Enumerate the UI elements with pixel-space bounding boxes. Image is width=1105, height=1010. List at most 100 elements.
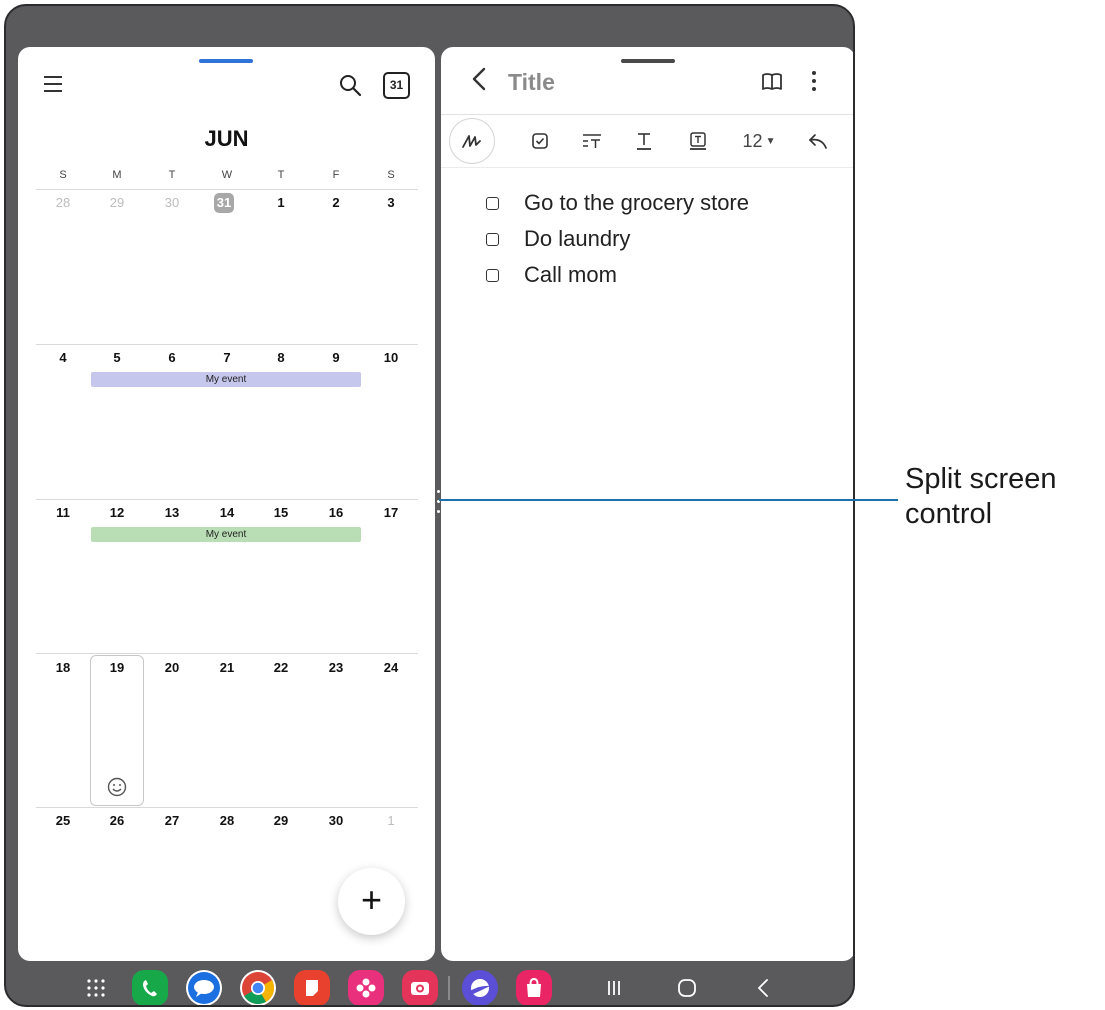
device-frame: 31 JUN S M T W T F S 28 29 30 31 1 2 3 4… [4,4,855,1007]
day-cell[interactable]: 2 [309,195,363,210]
day-cell[interactable]: 3 [364,195,418,210]
callout-line [439,499,898,501]
day-cell[interactable]: 17 [364,505,418,520]
home-icon[interactable] [673,974,701,1002]
internet-icon[interactable] [462,970,498,1005]
text-background-icon[interactable] [683,122,713,160]
day-cell-selected[interactable]: 19 [90,660,144,675]
week-divider [36,189,418,190]
day-cell[interactable]: 4 [36,350,90,365]
phone-icon[interactable] [132,970,168,1005]
checklist-item[interactable]: Do laundry [486,226,630,252]
weekday-header: T [168,169,176,181]
calendar-window-handle[interactable] [199,59,253,63]
day-cell[interactable]: 28 [200,813,254,828]
day-cell[interactable]: 20 [145,660,199,675]
day-cell[interactable]: 27 [145,813,199,828]
day-cell[interactable]: 6 [145,350,199,365]
day-cell[interactable]: 8 [254,350,308,365]
week-divider [36,344,418,345]
notes-window-handle[interactable] [621,59,675,63]
weekday-header: F [332,169,340,181]
day-cell[interactable]: 13 [145,505,199,520]
day-cell[interactable]: 18 [36,660,90,675]
taskbar [18,966,853,1005]
day-cell[interactable]: 12 [90,505,144,520]
checkbox[interactable] [486,232,499,246]
weekday-header: W [221,169,233,181]
camera-icon[interactable] [402,970,438,1005]
back-icon[interactable] [471,66,487,99]
day-cell[interactable]: 1 [254,195,308,210]
weekday-header: S [387,169,395,181]
checklist-item[interactable]: Go to the grocery store [486,190,749,216]
day-cell[interactable]: 30 [145,195,199,210]
text-style-icon[interactable] [577,122,607,160]
more-options-icon[interactable] [811,69,817,93]
week-divider [36,653,418,654]
callout-label: Split screen control [905,462,1057,532]
font-size-dropdown[interactable]: 12 ▼ [737,122,781,160]
taskbar-separator [448,976,450,1000]
checkbox[interactable] [486,196,499,210]
note-title[interactable]: Title [508,69,555,96]
callout-line-1: Split screen [905,463,1057,495]
checkbox-icon[interactable] [525,122,555,160]
day-cell[interactable]: 1 [364,813,418,828]
checklist-item-text[interactable]: Call mom [524,262,617,288]
event-bar[interactable]: My event [91,372,361,387]
day-cell[interactable]: 30 [309,813,363,828]
hamburger-menu-icon[interactable] [44,76,64,94]
month-title: JUN [204,126,249,151]
day-cell[interactable]: 28 [36,195,90,210]
gallery-icon[interactable] [348,970,384,1005]
day-cell[interactable]: 24 [364,660,418,675]
checklist-item[interactable]: Call mom [486,262,617,288]
reading-mode-icon[interactable] [761,72,783,92]
samsung-notes-icon[interactable] [294,970,330,1005]
nav-back-icon[interactable] [749,974,777,1002]
formatting-toolbar: 12 ▼ [441,115,853,167]
week-divider [36,499,418,500]
screenshot-stage: 31 JUN S M T W T F S 28 29 30 31 1 2 3 4… [0,0,1105,1010]
checklist-item-text[interactable]: Do laundry [524,226,630,252]
galaxy-store-icon[interactable] [516,970,552,1005]
toolbar-divider [441,167,853,168]
apps-grid-icon[interactable] [78,970,114,1005]
day-cell[interactable]: 21 [200,660,254,675]
day-cell[interactable]: 29 [254,813,308,828]
weekday-header: T [277,169,285,181]
day-cell[interactable]: 26 [90,813,144,828]
messages-icon[interactable] [186,970,222,1005]
handwriting-pen-icon[interactable] [449,118,495,164]
day-cell[interactable]: 25 [36,813,90,828]
notes-pane[interactable]: Title 12 ▼ Go to the grocery store Do la… [441,47,853,961]
add-event-button[interactable]: + [338,868,405,935]
search-icon[interactable] [338,73,362,97]
weekday-header: S [59,169,67,181]
chrome-icon[interactable] [240,970,276,1005]
smiley-sticker-icon[interactable] [107,777,127,797]
day-cell[interactable]: 7 [200,350,254,365]
recent-apps-icon[interactable] [600,974,628,1002]
day-cell[interactable]: 14 [200,505,254,520]
checklist-item-text[interactable]: Go to the grocery store [524,190,749,216]
day-cell[interactable]: 11 [36,505,90,520]
day-cell[interactable]: 23 [309,660,363,675]
day-cell[interactable]: 22 [254,660,308,675]
event-bar[interactable]: My event [91,527,361,542]
calendar-pane[interactable]: 31 JUN S M T W T F S 28 29 30 31 1 2 3 4… [18,47,435,961]
font-color-icon[interactable] [629,122,659,160]
day-cell[interactable]: 10 [364,350,418,365]
day-cell[interactable]: 15 [254,505,308,520]
font-size-value: 12 [742,130,763,151]
week-divider [36,807,418,808]
today-calendar-icon[interactable]: 31 [383,72,410,99]
day-cell[interactable]: 29 [90,195,144,210]
checkbox[interactable] [486,268,499,282]
day-cell-highlighted[interactable]: 31 [214,193,234,213]
day-cell[interactable]: 9 [309,350,363,365]
day-cell[interactable]: 16 [309,505,363,520]
undo-icon[interactable] [803,122,833,160]
day-cell[interactable]: 5 [90,350,144,365]
